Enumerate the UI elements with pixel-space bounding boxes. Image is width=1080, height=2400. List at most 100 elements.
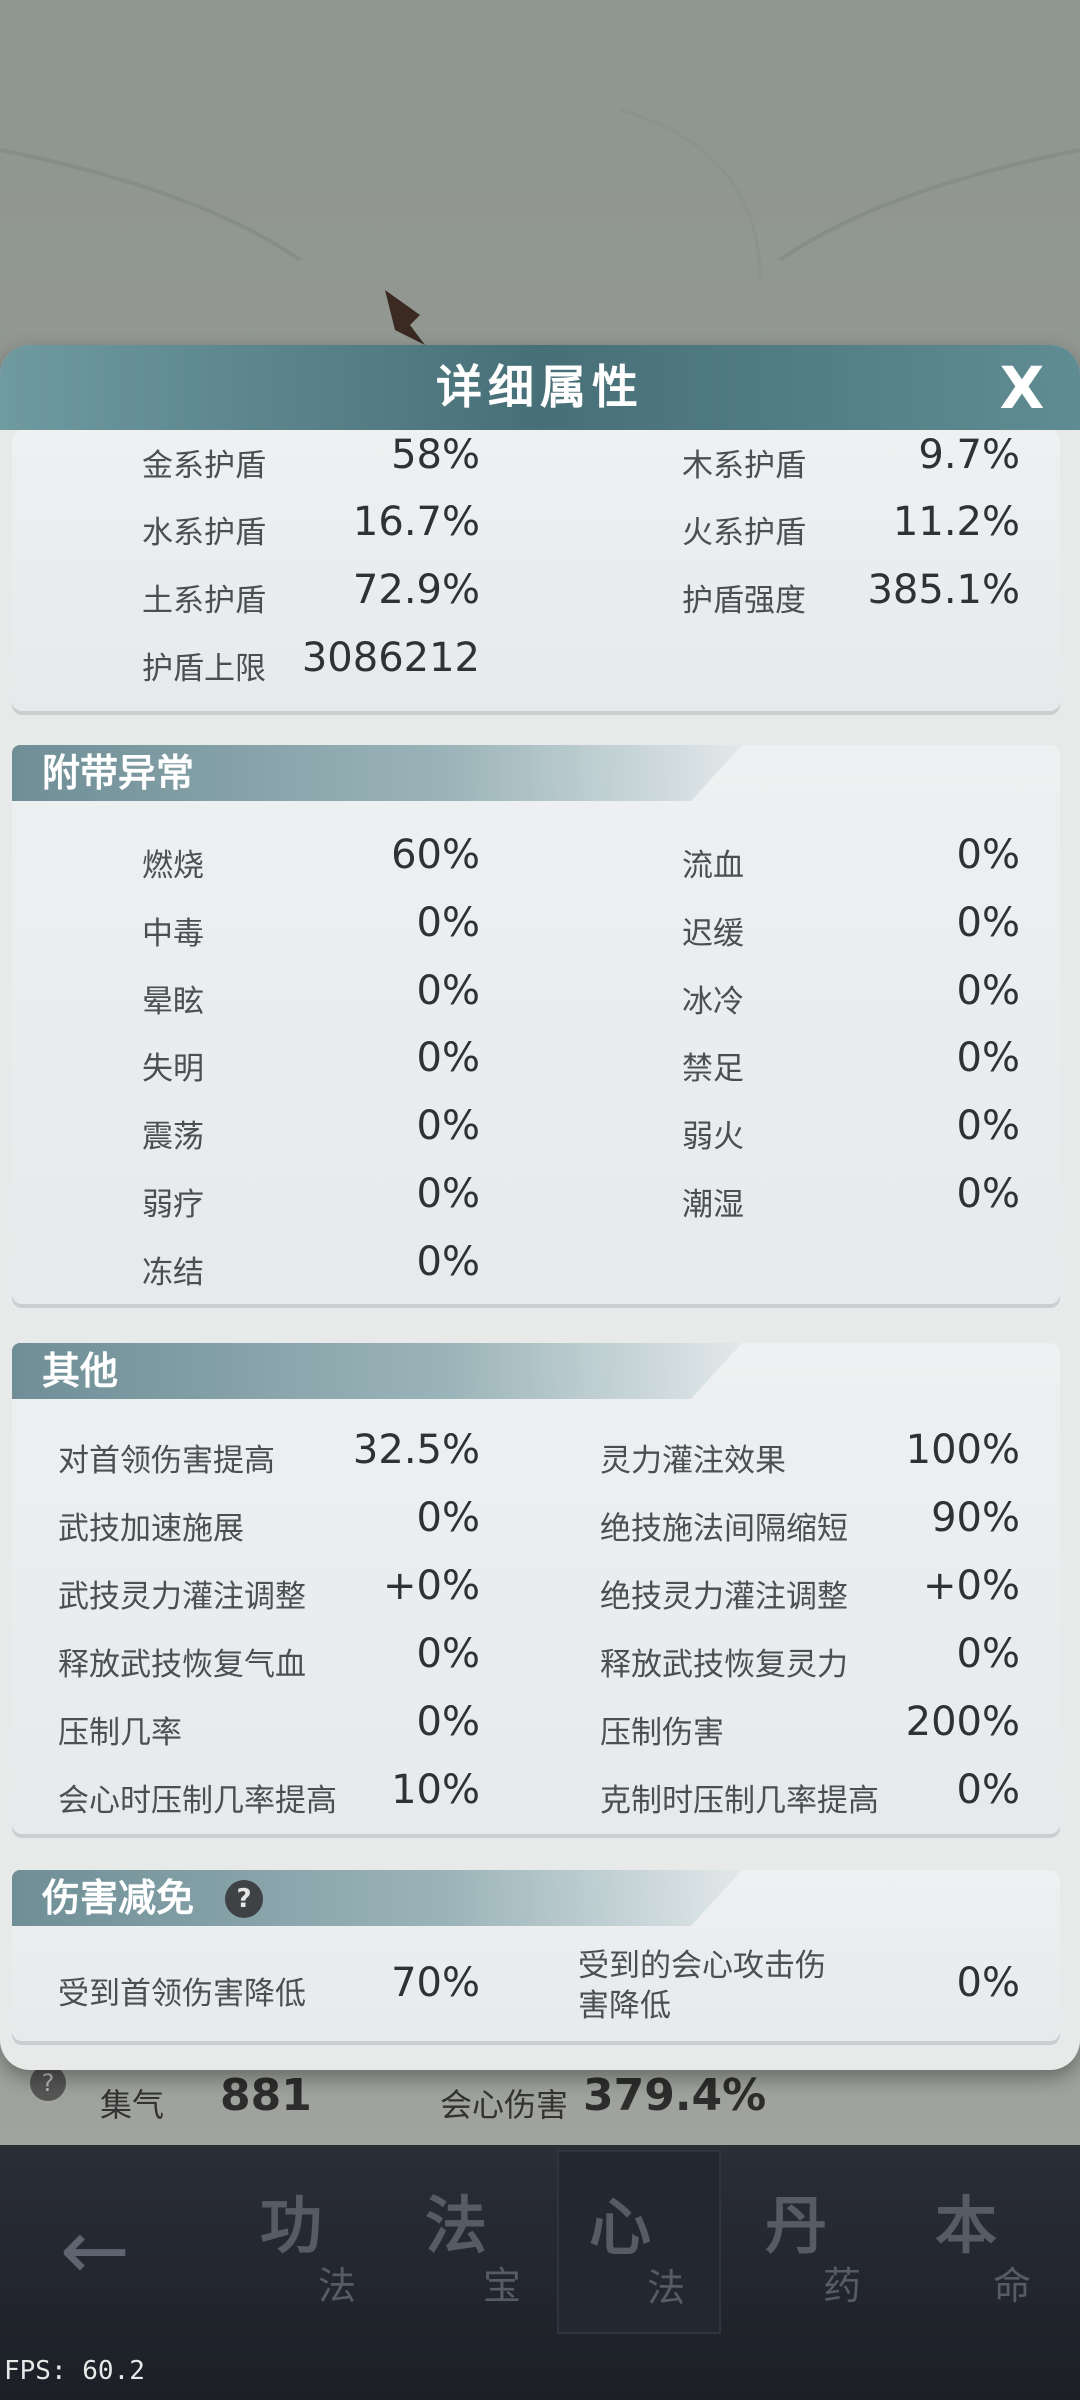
help-icon[interactable]: ?	[225, 1880, 263, 1918]
tab-fabao-small: 宝	[483, 2264, 522, 2308]
shield-value: 16.7%	[352, 499, 480, 545]
other-value: 100%	[905, 1427, 1020, 1473]
tab-benming-small: 命	[993, 2264, 1032, 2308]
abnormal-label: 流血	[682, 848, 744, 884]
abnormal-label: 晕眩	[142, 984, 204, 1020]
abnormal-value: 0%	[416, 968, 480, 1014]
other-label: 会心时压制几率提高	[58, 1783, 337, 1819]
tab-xinfa-small: 法	[647, 2266, 686, 2310]
shield-value: 72.9%	[352, 567, 480, 613]
shield-label: 护盾强度	[682, 583, 806, 619]
shield-value: 58%	[391, 432, 480, 478]
panel-damage-reduction: 伤害减免 ? 受到首领伤害降低 70% 受到的会心攻击伤 害降低 0%	[12, 1870, 1060, 2045]
abnormal-label: 冻结	[142, 1255, 204, 1291]
tab-danyao-small: 药	[823, 2264, 862, 2308]
abnormal-value: 0%	[956, 968, 1020, 1014]
other-label: 克制时压制几率提高	[600, 1783, 879, 1819]
other-value: 90%	[931, 1495, 1020, 1541]
abnormal-label: 弱疗	[142, 1187, 204, 1223]
other-label: 释放武技恢复灵力	[600, 1647, 848, 1683]
tab-fabao-big: 法	[425, 2189, 488, 2262]
abnormal-value: 0%	[416, 1239, 480, 1285]
other-label: 武技灵力灌注调整	[58, 1579, 306, 1615]
tab-benming-big: 本	[935, 2189, 998, 2262]
dr-label-crit-line1: 受到的会心攻击伤	[578, 1948, 826, 1984]
shield-label: 火系护盾	[682, 515, 806, 551]
tab-xinfa[interactable]: 心 法	[557, 2150, 721, 2334]
shield-value: 9.7%	[918, 432, 1020, 478]
bottom-nav: ← 功 法 法 宝 心 法 丹 药 本 命	[0, 2145, 1080, 2400]
section-header	[12, 1343, 742, 1399]
tab-gongfa-small: 法	[318, 2264, 357, 2308]
other-label: 对首领伤害提高	[58, 1443, 275, 1479]
abnormal-label: 迟缓	[682, 916, 744, 952]
other-value: 0%	[956, 1767, 1020, 1813]
other-value: 0%	[416, 1631, 480, 1677]
shield-value: 11.2%	[892, 499, 1020, 545]
abnormal-label: 潮湿	[682, 1187, 744, 1223]
dr-label-boss: 受到首领伤害降低	[58, 1976, 306, 2012]
abnormal-value: 0%	[416, 1103, 480, 1149]
abnormal-label: 弱火	[682, 1119, 744, 1155]
dr-value-boss: 70%	[391, 1960, 480, 2006]
tab-danyao[interactable]: 丹 药	[735, 2175, 895, 2325]
detail-attributes-dialog: 详细属性 X 金系护盾 58% 木系护盾 9.7% 水系护盾 16.7% 火系护…	[0, 345, 1080, 2070]
other-value: 0%	[416, 1495, 480, 1541]
dr-label-crit-line2: 害降低	[578, 1988, 671, 2024]
close-button[interactable]: X	[989, 355, 1055, 421]
tab-gongfa[interactable]: 功 法	[230, 2175, 390, 2325]
character-figure	[385, 290, 425, 345]
tab-gongfa-big: 功	[260, 2189, 323, 2262]
abnormal-label: 燃烧	[142, 848, 204, 884]
other-label: 绝技灵力灌注调整	[600, 1579, 848, 1615]
abnormal-label: 中毒	[142, 916, 204, 952]
stat-label-qi: 集气	[100, 2086, 165, 2124]
stat-value-qi: 881	[220, 2070, 312, 2121]
abnormal-label: 震荡	[142, 1119, 204, 1155]
panel-abnormal: 附带异常 燃烧 60% 流血 0% 中毒 0% 迟缓 0% 晕眩 0% 冰冷 0…	[12, 745, 1060, 1308]
abnormal-value: 0%	[416, 1171, 480, 1217]
shield-label: 护盾上限	[142, 651, 266, 687]
dr-value-crit: 0%	[956, 1960, 1020, 2006]
back-arrow-icon[interactable]: ←	[40, 2195, 150, 2305]
other-value: 200%	[905, 1699, 1020, 1745]
other-value: +0%	[383, 1563, 480, 1609]
abnormal-value: 0%	[956, 832, 1020, 878]
tab-xinfa-big: 心	[589, 2191, 652, 2264]
shield-label: 木系护盾	[682, 448, 806, 484]
fps-counter: FPS: 60.2	[4, 2356, 145, 2386]
tab-danyao-big: 丹	[765, 2189, 828, 2262]
other-label: 灵力灌注效果	[600, 1443, 786, 1479]
abnormal-label: 冰冷	[682, 984, 744, 1020]
panel-shield: 金系护盾 58% 木系护盾 9.7% 水系护盾 16.7% 火系护盾 11.2%…	[12, 430, 1060, 715]
tab-benming[interactable]: 本 命	[905, 2175, 1065, 2325]
abnormal-value: 0%	[956, 1171, 1020, 1217]
other-label: 释放武技恢复气血	[58, 1647, 306, 1683]
panel-other: 其他 对首领伤害提高 32.5% 灵力灌注效果 100% 武技加速施展 0% 绝…	[12, 1343, 1060, 1838]
help-icon[interactable]: ?	[30, 2065, 66, 2101]
other-label: 武技加速施展	[58, 1511, 244, 1547]
section-title-abnormal: 附带异常	[42, 751, 195, 795]
abnormal-value: 0%	[416, 900, 480, 946]
abnormal-label: 失明	[142, 1051, 204, 1087]
other-value: 0%	[956, 1631, 1020, 1677]
shield-value: 3086212	[301, 635, 480, 681]
section-title-damage-reduction: 伤害减免	[42, 1876, 195, 1920]
abnormal-value: 60%	[391, 832, 480, 878]
shield-label: 土系护盾	[142, 583, 266, 619]
other-label: 压制几率	[58, 1715, 182, 1751]
dialog-title: 详细属性	[436, 360, 644, 414]
abnormal-value: 0%	[956, 900, 1020, 946]
stat-label-crit-damage: 会心伤害	[440, 2086, 569, 2124]
other-value: 32.5%	[352, 1427, 480, 1473]
shield-value: 385.1%	[867, 567, 1020, 613]
section-title-other: 其他	[42, 1349, 119, 1393]
other-label: 压制伤害	[600, 1715, 724, 1751]
background-swirl	[0, 108, 1080, 281]
shield-label: 水系护盾	[142, 515, 266, 551]
abnormal-value: 0%	[956, 1035, 1020, 1081]
other-value: 0%	[416, 1699, 480, 1745]
tab-fabao[interactable]: 法 宝	[395, 2175, 555, 2325]
abnormal-value: 0%	[956, 1103, 1020, 1149]
other-value: +0%	[923, 1563, 1020, 1609]
